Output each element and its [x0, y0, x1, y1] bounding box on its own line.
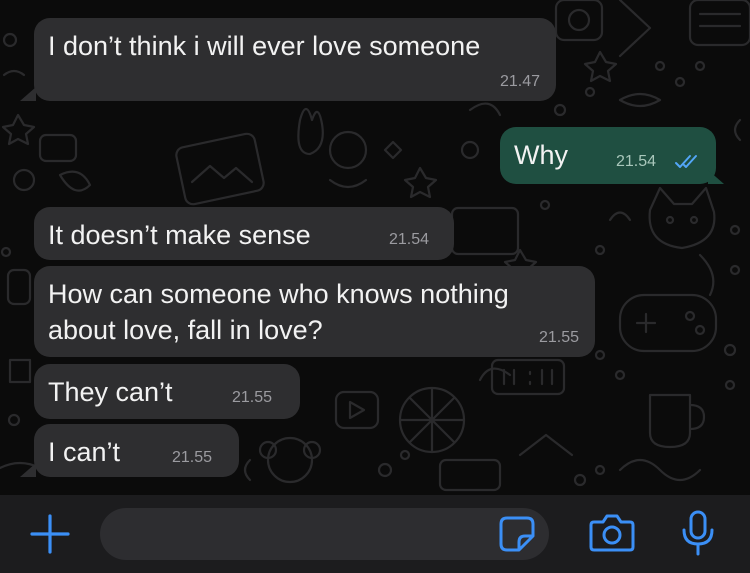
camera-icon[interactable]	[588, 512, 636, 554]
message-time: 21.55	[538, 329, 579, 346]
message-bubble[interactable]: I don’t think i will ever love someone 2…	[34, 18, 556, 101]
plus-icon[interactable]	[28, 512, 72, 556]
message-input[interactable]	[100, 508, 549, 560]
sticker-icon[interactable]	[497, 514, 537, 554]
message-bubble[interactable]: It doesn’t make sense 21.54	[34, 207, 454, 260]
bubble-tail	[20, 87, 36, 101]
message-text: I don’t think i will ever love someone	[48, 31, 481, 61]
message-time: 21.47	[499, 73, 540, 90]
message-time: 21.54	[616, 153, 657, 170]
message-text: It doesn’t make sense	[48, 220, 311, 250]
message-list[interactable]: I don’t think i will ever love someone 2…	[0, 0, 750, 495]
message-text-line: about love, fall in love?	[48, 315, 323, 345]
message-time: 21.55	[172, 449, 213, 466]
message-bubble[interactable]: I can’t 21.55	[34, 424, 239, 477]
message-time: 21.54	[389, 231, 430, 248]
bubble-tail	[708, 170, 724, 184]
message-bubble[interactable]: How can someone who knows nothing about …	[34, 266, 595, 357]
message-bubble[interactable]: They can’t 21.55	[34, 364, 300, 419]
chat-screen: I don’t think i will ever love someone 2…	[0, 0, 750, 573]
microphone-icon[interactable]	[678, 508, 718, 558]
bubble-tail	[20, 463, 36, 477]
message-bubble[interactable]: Why 21.54	[500, 127, 716, 184]
composer-bar	[0, 495, 750, 573]
message-text-line: How can someone who knows nothing	[48, 279, 509, 309]
double-check-icon	[675, 155, 697, 168]
message-time: 21.55	[232, 389, 273, 406]
